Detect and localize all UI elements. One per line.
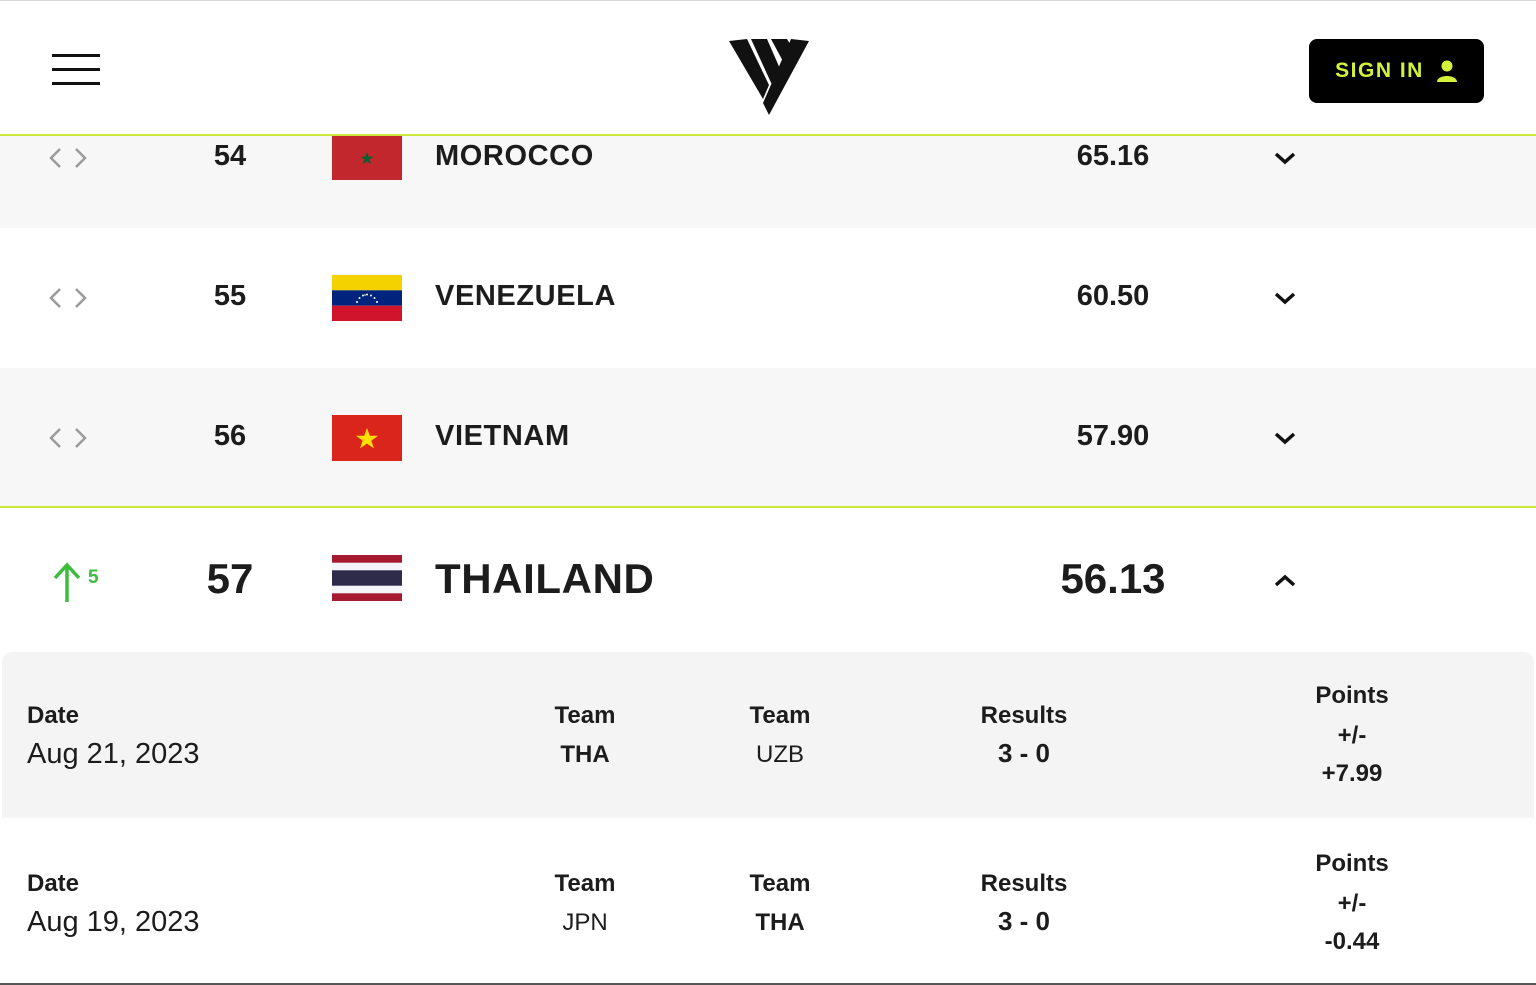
- no-change-icon: [49, 428, 87, 448]
- points-label: Points: [1315, 682, 1389, 709]
- team2-code: UZB: [756, 741, 804, 768]
- rank-movement-count: 5: [88, 567, 99, 588]
- ranking-row-vietnam[interactable]: 56 VIETNAM 57.90: [0, 368, 1536, 508]
- ranking-points: 56.13: [1060, 555, 1166, 602]
- chevron-down-icon[interactable]: [1272, 290, 1298, 306]
- date-label: Date: [27, 702, 80, 729]
- menu-icon[interactable]: [52, 54, 100, 86]
- arrow-up-icon: [53, 562, 81, 602]
- venezuela-flag-icon: [332, 275, 402, 321]
- results-label: Results: [980, 702, 1068, 729]
- no-change-icon: [49, 148, 87, 168]
- team2-label: Team: [749, 870, 811, 897]
- team2-label: Team: [749, 702, 811, 729]
- points-label: Points: [1315, 850, 1389, 877]
- country-name: THAILAND: [435, 555, 655, 602]
- match-result: 3 - 0: [997, 906, 1051, 936]
- ranking-points: 57.90: [1076, 420, 1150, 452]
- ranking-row-venezuela[interactable]: 55 VENEZUELA 60.50: [0, 228, 1536, 368]
- team1-code: JPN: [562, 909, 608, 936]
- team1-code: THA: [560, 741, 610, 768]
- sign-in-button[interactable]: SIGN IN: [1309, 39, 1484, 103]
- ranking-row-thailand[interactable]: 5 57 THAILAND 56.13: [0, 510, 1536, 650]
- sign-in-label: SIGN IN: [1335, 59, 1424, 82]
- site-header: SIGN IN: [0, 0, 1536, 136]
- chevron-down-icon[interactable]: [1272, 430, 1298, 446]
- country-name: VENEZUELA: [435, 280, 617, 312]
- thailand-flag-icon: [332, 555, 402, 601]
- morocco-flag-icon: [332, 136, 402, 180]
- ranking-points: 65.16: [1076, 140, 1150, 172]
- points-plus-minus-label: +/-: [1337, 722, 1367, 749]
- match-result: 3 - 0: [997, 738, 1051, 768]
- points-plus-minus-label: +/-: [1337, 890, 1367, 917]
- country-name: VIETNAM: [435, 420, 570, 452]
- points-change: -0.44: [1324, 928, 1380, 955]
- ranking-points: 60.50: [1076, 280, 1150, 312]
- chevron-down-icon[interactable]: [1272, 150, 1298, 166]
- match-date: Aug 19, 2023: [27, 906, 200, 938]
- vietnam-flag-icon: [332, 415, 402, 461]
- match-row: Date Aug 21, 2023 Team THA Team UZB Resu…: [2, 652, 1534, 818]
- team1-label: Team: [554, 870, 616, 897]
- volleyball-logo-icon[interactable]: [727, 37, 811, 117]
- match-row: Date Aug 19, 2023 Team JPN Team THA Resu…: [2, 820, 1534, 985]
- match-date: Aug 21, 2023: [27, 738, 200, 770]
- date-label: Date: [27, 870, 80, 897]
- country-name: MOROCCO: [435, 140, 594, 172]
- rank-number: 56: [213, 420, 247, 452]
- rank-number: 54: [213, 140, 247, 172]
- team1-label: Team: [554, 702, 616, 729]
- points-change: +7.99: [1321, 760, 1383, 787]
- ranking-row-morocco[interactable]: 54 MOROCCO 65.16: [0, 136, 1536, 228]
- results-label: Results: [980, 870, 1068, 897]
- team2-code: THA: [755, 909, 805, 936]
- chevron-up-icon[interactable]: [1272, 572, 1298, 588]
- rank-number: 57: [206, 555, 254, 602]
- no-change-icon: [49, 288, 87, 308]
- rank-number: 55: [213, 280, 247, 312]
- user-icon: [1436, 60, 1457, 82]
